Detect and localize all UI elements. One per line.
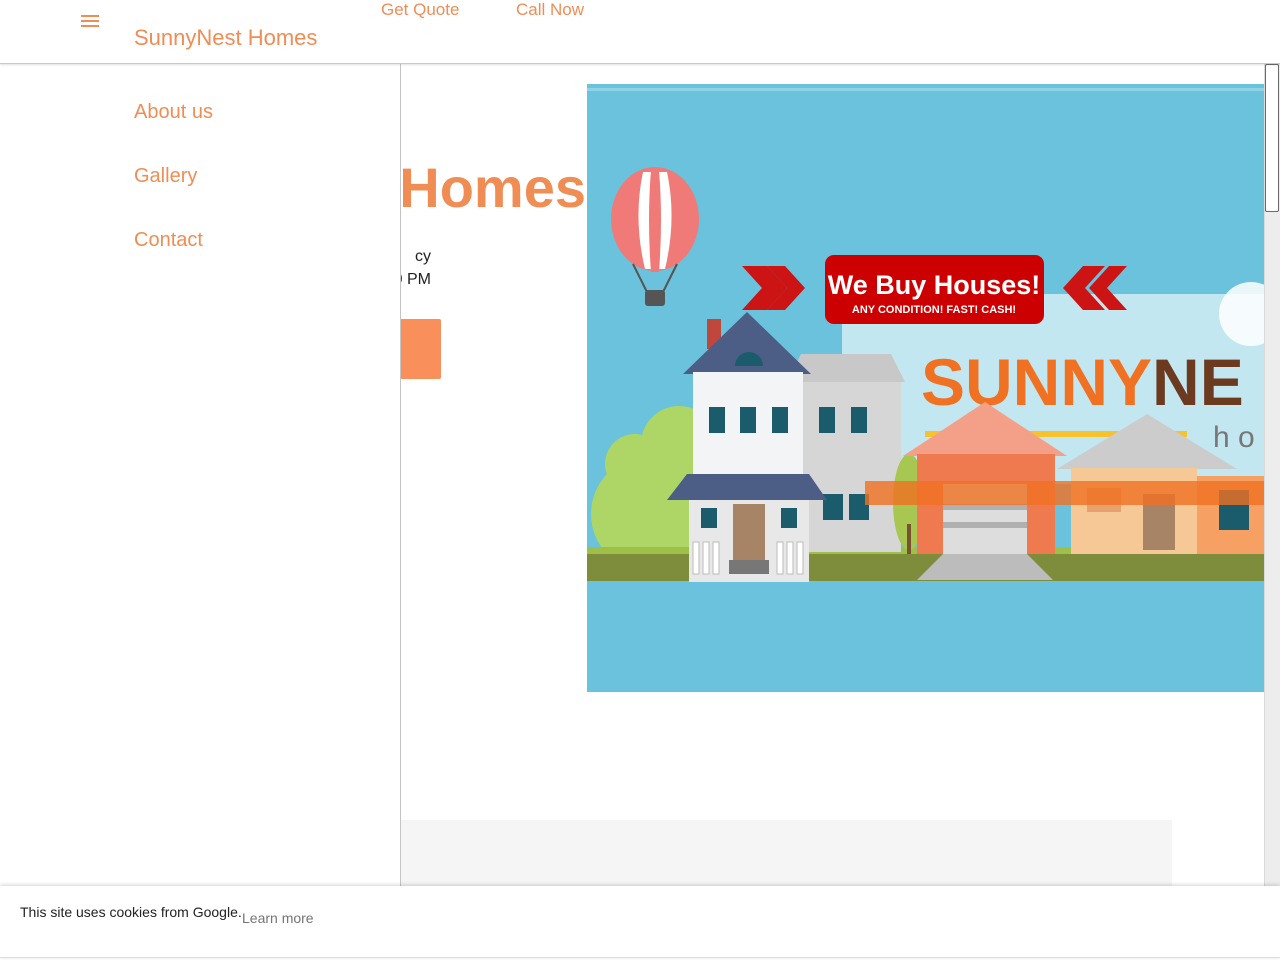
gray-section (401, 820, 1172, 890)
scrollbar-thumb[interactable] (1265, 64, 1279, 212)
hero-text-line-1: cy (415, 248, 431, 265)
logo-subtext: h o (1213, 421, 1255, 454)
nav-item-gallery[interactable]: Gallery (134, 165, 197, 188)
site-title[interactable]: SunnyNest Homes (134, 25, 317, 51)
banner-subtitle: ANY CONDITION! FAST! CASH! (852, 304, 1016, 316)
orange-stripe (865, 481, 1264, 505)
side-drawer: About us Gallery Contact (0, 64, 401, 894)
logo-sunny-part: SUNNY (921, 345, 1152, 419)
sky-top-line (587, 88, 1264, 91)
call-now-link[interactable]: Call Now (516, 0, 584, 20)
top-header: SunnyNest Homes Get Quote Call Now (0, 0, 1280, 64)
cookie-text: This site uses cookies from Google. (20, 904, 242, 920)
cookie-bar: This site uses cookies from Google. Lear… (0, 886, 1280, 958)
get-quote-link[interactable]: Get Quote (381, 0, 459, 20)
banner-title: We Buy Houses! (828, 270, 1041, 300)
hamburger-menu-icon[interactable] (76, 8, 104, 34)
logo-nest-part: NE (1152, 345, 1244, 419)
logo-sunny: SUNNYNE (921, 345, 1244, 419)
nav-item-about-us[interactable]: About us (134, 101, 213, 124)
hero-image: We Buy Houses! ANY CONDITION! FAST! CASH… (587, 84, 1264, 692)
nav-item-contact[interactable]: Contact (134, 229, 203, 252)
learn-more-link[interactable]: Learn more (242, 910, 314, 926)
